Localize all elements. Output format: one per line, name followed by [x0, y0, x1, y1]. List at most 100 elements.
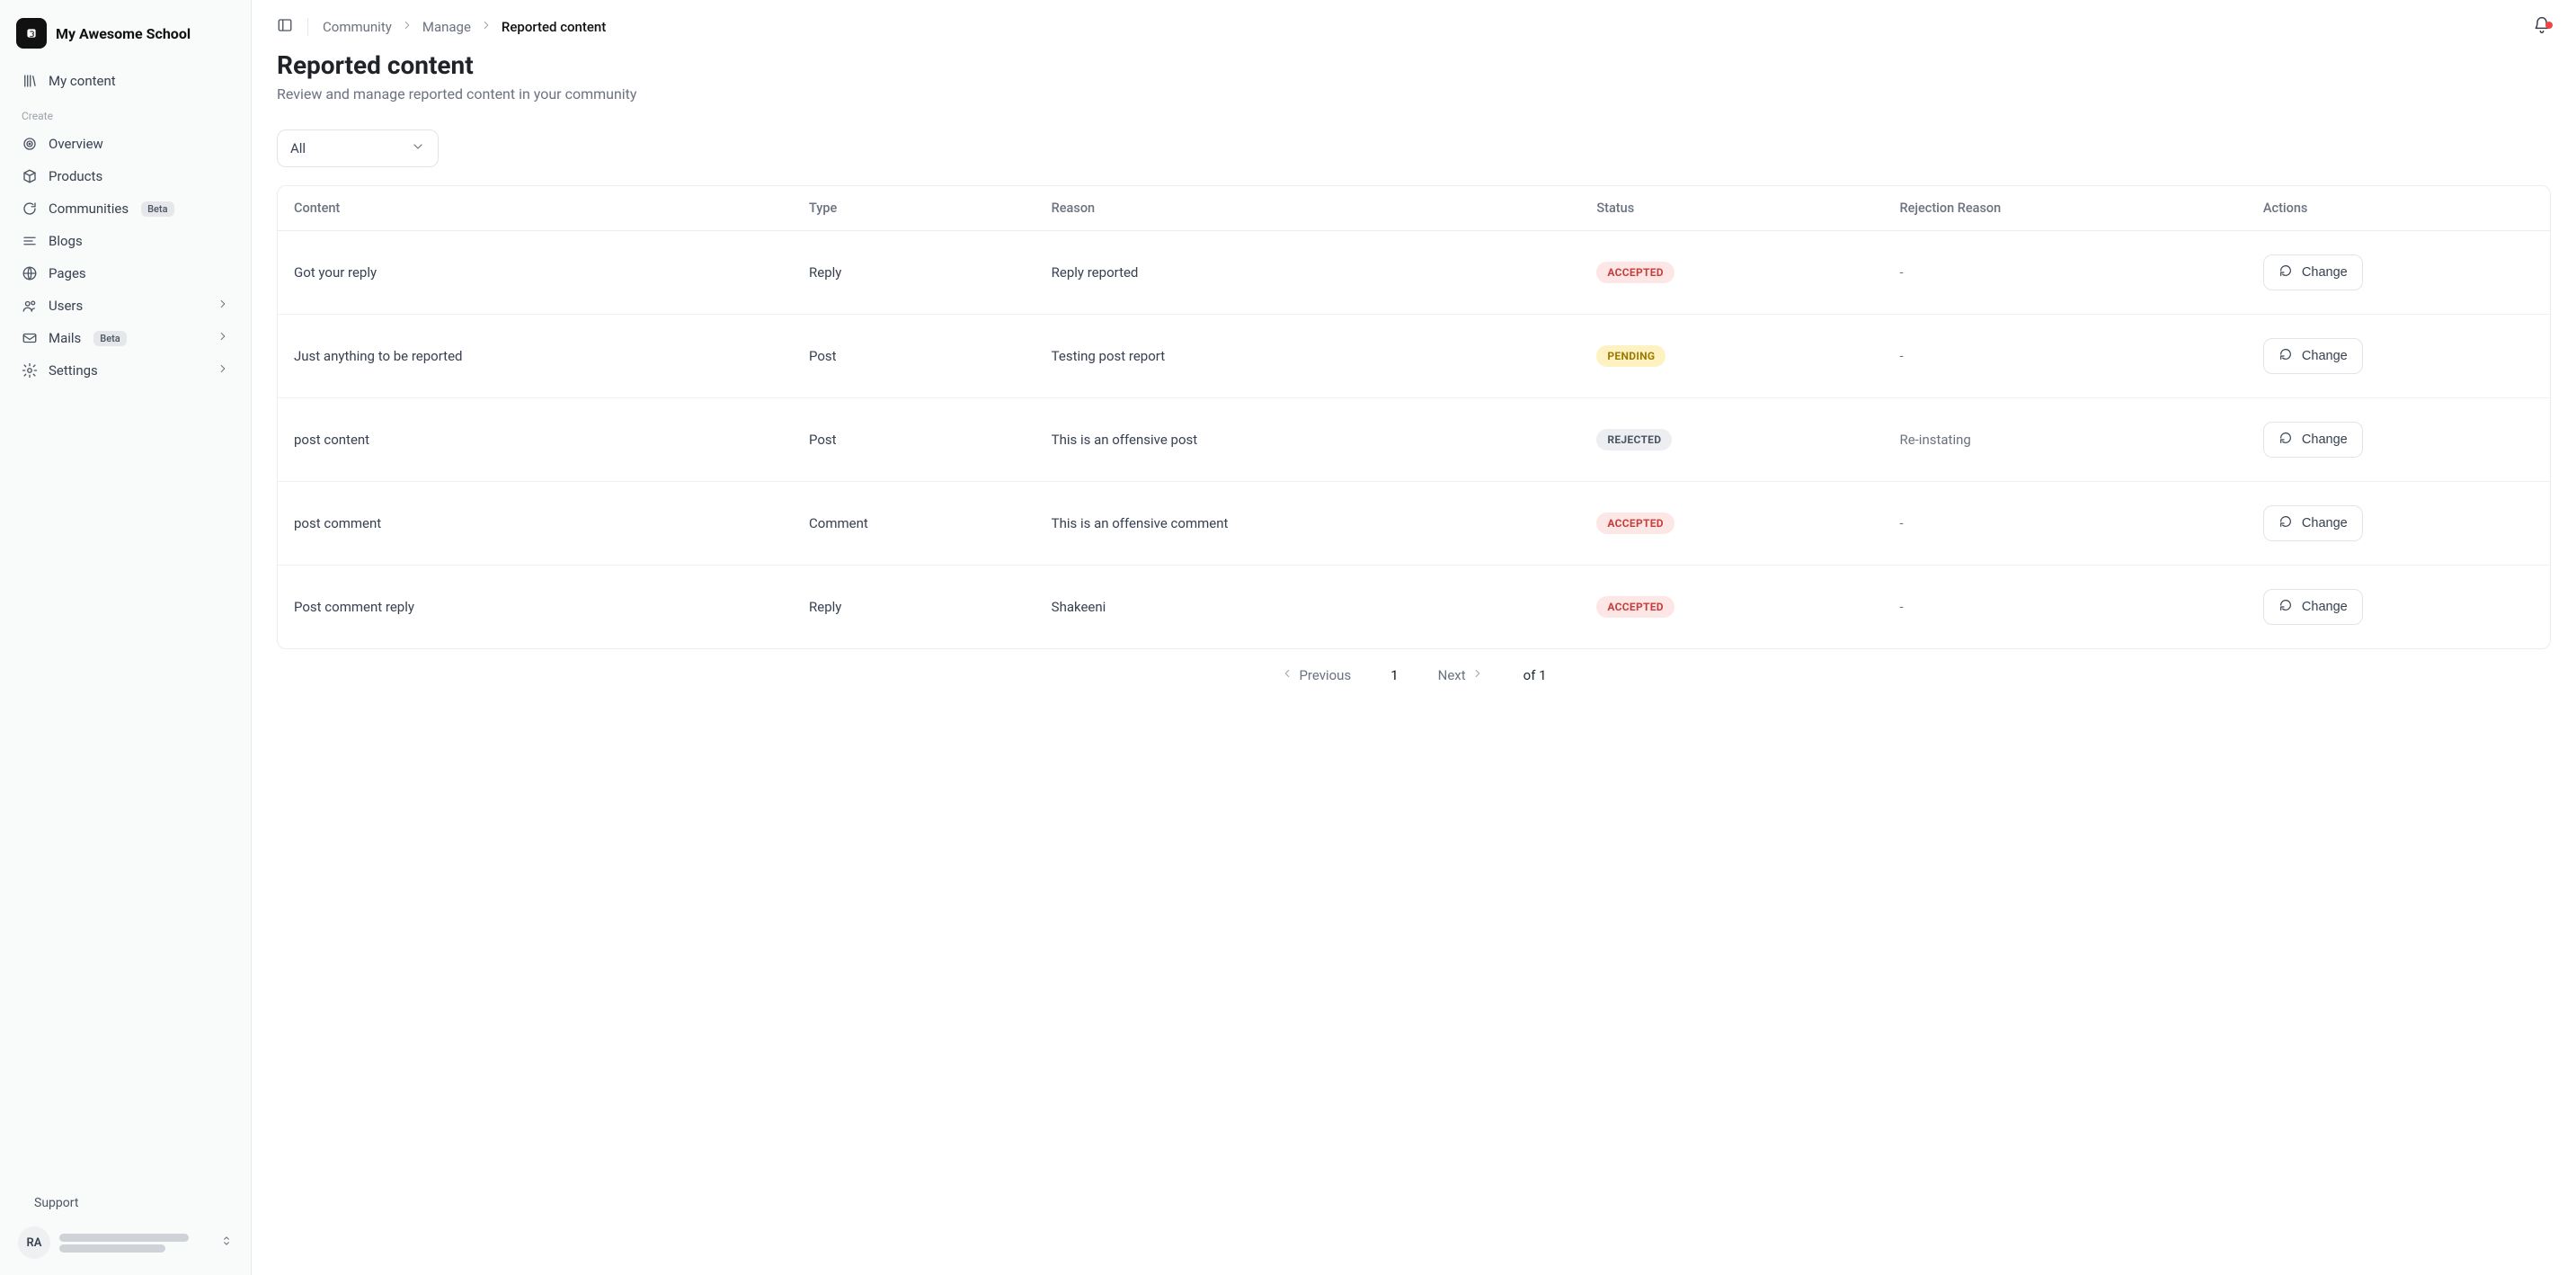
pagination-previous[interactable]: Previous [1281, 667, 1351, 683]
sidebar-item-communities[interactable]: Communities Beta [9, 192, 242, 225]
sidebar-section-label: Create [9, 97, 242, 128]
sidebar-item-label: My content [49, 73, 116, 89]
chevron-right-icon [1471, 667, 1484, 683]
td-reason: This is an offensive post [1035, 408, 1581, 471]
sidebar-item-label: Communities [49, 201, 129, 217]
user-meta [59, 1231, 211, 1255]
user-menu[interactable]: RA [13, 1217, 238, 1262]
td-status: PENDING [1580, 322, 1883, 390]
sidebar-item-products[interactable]: Products [9, 160, 242, 192]
globe-icon [22, 265, 38, 281]
table-body: Got your replyReplyReply reportedACCEPTE… [278, 231, 2550, 648]
beta-badge: Beta [141, 201, 173, 217]
sidebar-item-label: Overview [49, 136, 103, 152]
pagination: Previous 1 Next of 1 [277, 649, 2551, 687]
notifications-button[interactable] [2533, 23, 2551, 38]
td-type: Reply [793, 575, 1035, 638]
td-rejection: Re-instating [1883, 408, 2246, 471]
sidebar-item-users[interactable]: Users [9, 290, 242, 322]
status-badge: ACCEPTED [1596, 596, 1674, 618]
users-icon [22, 298, 38, 314]
td-actions: Change [2247, 315, 2550, 397]
brand-logo-icon [16, 18, 47, 49]
change-button[interactable]: Change [2263, 338, 2363, 374]
library-icon [22, 73, 38, 89]
rotate-icon [2278, 598, 2293, 616]
breadcrumb: Community Manage Reported content [323, 19, 606, 35]
main: Community Manage Reported content Report… [252, 0, 2576, 1275]
td-actions: Change [2247, 398, 2550, 481]
chevron-left-icon [1281, 667, 1293, 683]
change-label: Change [2302, 600, 2348, 614]
chevron-down-icon [411, 139, 425, 157]
rotate-icon [2278, 347, 2293, 365]
topbar: Community Manage Reported content [277, 16, 2551, 50]
breadcrumb-current: Reported content [502, 19, 606, 35]
chevron-right-icon [217, 330, 229, 346]
sidebar-item-mails[interactable]: Mails Beta [9, 322, 242, 354]
td-reason: Testing post report [1035, 325, 1581, 388]
sidebar-item-label: Pages [49, 265, 86, 281]
td-status: ACCEPTED [1580, 573, 1883, 641]
lines-icon [22, 233, 38, 249]
change-label: Change [2302, 265, 2348, 280]
panel-toggle-button[interactable] [277, 17, 293, 37]
beta-badge: Beta [93, 331, 126, 346]
pagination-current: 1 [1390, 667, 1398, 683]
td-rejection: - [1883, 575, 2246, 638]
box-icon [22, 168, 38, 184]
reports-table: Content Type Reason Status Rejection Rea… [277, 185, 2551, 649]
change-label: Change [2302, 349, 2348, 363]
td-type: Comment [793, 492, 1035, 555]
td-content: Post comment reply [278, 575, 793, 638]
sidebar-item-pages[interactable]: Pages [9, 257, 242, 290]
gear-icon [22, 362, 38, 379]
avatar: RA [18, 1226, 50, 1259]
page-subtitle: Review and manage reported content in yo… [277, 85, 2551, 103]
pagination-next[interactable]: Next [1438, 667, 1484, 683]
change-label: Change [2302, 432, 2348, 447]
brand-row[interactable]: My Awesome School [9, 13, 242, 65]
table-row: Got your replyReplyReply reportedACCEPTE… [278, 231, 2550, 314]
filter-row: All [277, 129, 2551, 167]
sidebar-item-label: Blogs [49, 233, 83, 249]
th-reason: Reason [1035, 186, 1581, 230]
change-button[interactable]: Change [2263, 254, 2363, 290]
status-filter-select[interactable]: All [277, 129, 439, 167]
sidebar-item-label: Support [34, 1196, 78, 1210]
mail-icon [22, 330, 38, 346]
table-row: Just anything to be reportedPostTesting … [278, 314, 2550, 397]
sidebar-item-overview[interactable]: Overview [9, 128, 242, 160]
select-value: All [290, 140, 384, 156]
td-reason: Shakeeni [1035, 575, 1581, 638]
sidebar-item-settings[interactable]: Settings [9, 354, 242, 387]
sidebar-item-label: Mails [49, 330, 81, 346]
change-button[interactable]: Change [2263, 589, 2363, 625]
sidebar-item-blogs[interactable]: Blogs [9, 225, 242, 257]
sidebar-item-support[interactable]: Support [13, 1189, 238, 1217]
rotate-icon [2278, 514, 2293, 532]
topbar-right [2533, 16, 2551, 38]
td-reason: Reply reported [1035, 241, 1581, 304]
th-type: Type [793, 186, 1035, 230]
td-rejection: - [1883, 325, 2246, 388]
td-status: ACCEPTED [1580, 238, 1883, 307]
status-badge: REJECTED [1596, 429, 1672, 450]
sidebar-item-my-content[interactable]: My content [9, 65, 242, 97]
th-rejection: Rejection Reason [1883, 186, 2246, 230]
chevron-right-icon [217, 362, 229, 379]
sidebar-bottom: Support RA [9, 1189, 242, 1262]
sidebar-item-label: Settings [49, 362, 98, 379]
breadcrumb-link[interactable]: Manage [422, 19, 471, 35]
breadcrumb-link[interactable]: Community [323, 19, 392, 35]
status-badge: ACCEPTED [1596, 513, 1674, 534]
td-actions: Change [2247, 566, 2550, 648]
sidebar: My Awesome School My content Create Over… [0, 0, 252, 1275]
chevron-right-icon [480, 19, 493, 35]
status-badge: ACCEPTED [1596, 262, 1674, 283]
td-type: Post [793, 408, 1035, 471]
brand-name: My Awesome School [56, 25, 191, 42]
change-button[interactable]: Change [2263, 505, 2363, 541]
change-button[interactable]: Change [2263, 422, 2363, 458]
up-down-icon [220, 1235, 233, 1251]
